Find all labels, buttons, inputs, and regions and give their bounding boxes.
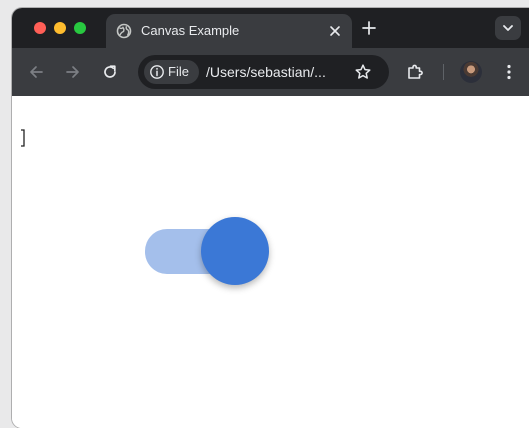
site-info-label: File: [168, 64, 189, 79]
back-arrow-icon[interactable]: [26, 62, 46, 82]
tab-search-button[interactable]: [495, 16, 521, 40]
tab-canvas-example[interactable]: Canvas Example: [106, 14, 352, 48]
text-caret-icon: [21, 129, 25, 147]
info-icon: [150, 65, 164, 79]
tab-strip: Canvas Example: [12, 8, 529, 48]
chevron-down-icon: [503, 25, 513, 31]
reload-icon[interactable]: [100, 62, 120, 82]
globe-icon: [116, 23, 132, 39]
browser-toolbar: File /Users/sebastian/...: [12, 48, 529, 96]
avatar[interactable]: [460, 61, 482, 83]
plus-icon[interactable]: [360, 19, 378, 37]
zoom-window-button[interactable]: [74, 22, 86, 34]
star-icon[interactable]: [354, 63, 372, 81]
forward-arrow-icon[interactable]: [63, 62, 83, 82]
page-content: [12, 96, 529, 428]
kebab-menu-icon[interactable]: [499, 62, 519, 82]
url-text[interactable]: /Users/sebastian/...: [206, 64, 326, 80]
minimize-window-button[interactable]: [54, 22, 66, 34]
site-info-chip[interactable]: File: [144, 60, 199, 84]
puzzle-icon[interactable]: [405, 62, 425, 82]
toggle-switch-knob[interactable]: [201, 217, 269, 285]
address-bar[interactable]: File /Users/sebastian/...: [138, 55, 389, 89]
toolbar-separator: [443, 64, 444, 80]
tab-title: Canvas Example: [141, 23, 240, 38]
browser-window: Canvas Example File /Users/sebastian/...: [12, 8, 529, 428]
close-icon[interactable]: [326, 22, 344, 40]
close-window-button[interactable]: [34, 22, 46, 34]
